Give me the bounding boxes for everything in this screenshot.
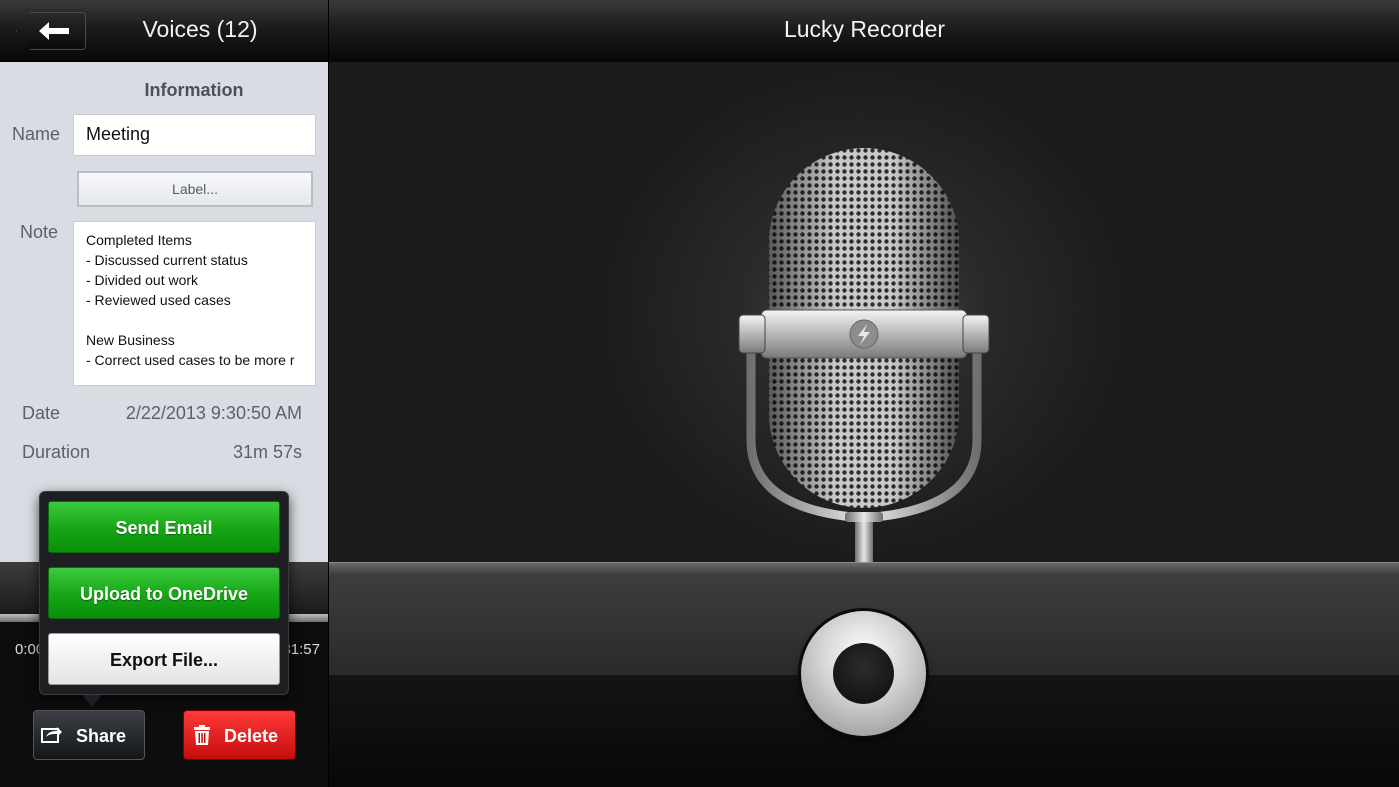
note-label: Note [20,222,59,242]
note-field[interactable]: Completed Items - Discussed current stat… [73,221,316,386]
share-icon [41,727,62,743]
note-line: Completed Items [86,232,192,248]
note-line: New Business [86,332,175,348]
microphone-icon [738,148,990,562]
note-line: - Reviewed used cases [86,292,231,308]
note-line [86,310,303,330]
trash-icon [194,725,210,745]
upload-onedrive-button[interactable]: Upload to OneDrive [48,567,280,619]
share-menu: Send Email Upload to OneDrive Export Fil… [39,491,289,695]
date-value: 2/22/2013 9:30:50 AM [125,403,302,423]
name-field[interactable]: Meeting [73,114,316,156]
share-menu-pointer [82,695,102,707]
microphone-stage [329,62,1399,562]
delete-label: Delete [224,726,279,746]
information-heading: Information [144,80,244,100]
date-label: Date [22,403,61,423]
label-button[interactable]: Label... [77,171,313,207]
voice-details-pane: Voices (12) Information Name Meeting Lab… [0,0,328,787]
back-button[interactable] [16,12,86,50]
share-label: Share [76,726,127,746]
information-panel: Information Name Meeting Label... Note C… [0,62,328,562]
details-header: Voices (12) [0,0,328,62]
delete-button[interactable]: Delete [183,710,296,760]
note-line: - Correct used cases to be more r [86,352,295,368]
duration-value: 31m 57s [232,442,302,462]
back-arrow-icon [39,22,69,40]
note-line: - Divided out work [86,272,199,288]
page-title: Voices (12) [142,16,258,42]
recorder-header: Lucky Recorder [329,0,1399,62]
share-button[interactable]: Share [33,710,145,760]
send-email-button[interactable]: Send Email [48,501,280,553]
duration-label: Duration [22,442,91,462]
record-button[interactable] [801,611,926,736]
export-file-button[interactable]: Export File... [48,633,280,685]
note-line: - Discussed current status [86,252,248,268]
record-icon [833,643,894,704]
app-title: Lucky Recorder [783,16,946,42]
name-label: Name [12,124,61,144]
